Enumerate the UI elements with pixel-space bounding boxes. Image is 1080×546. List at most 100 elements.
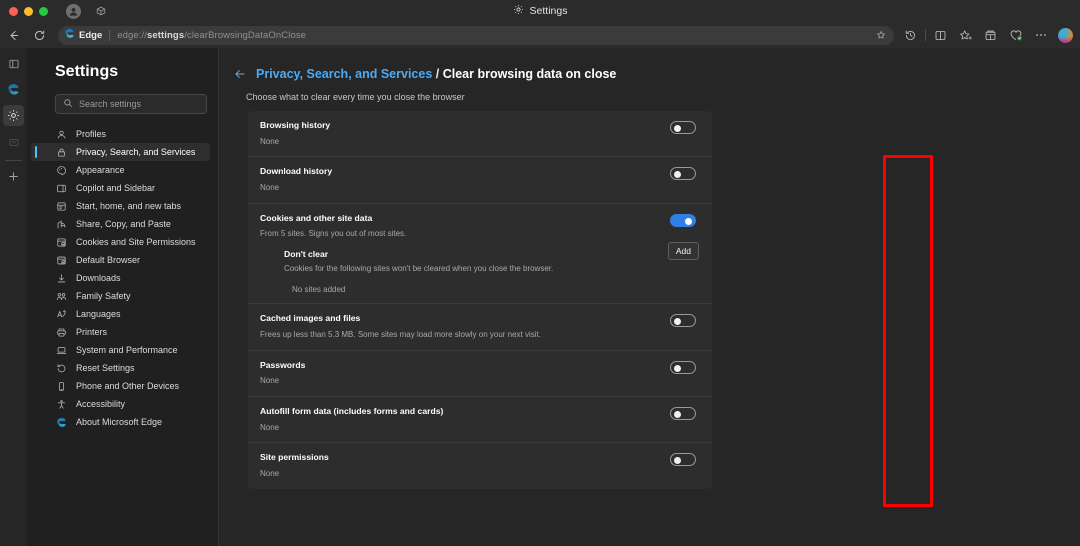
person-icon bbox=[55, 128, 67, 140]
add-site-button[interactable]: Add bbox=[667, 241, 699, 260]
sidebar-item-profiles[interactable]: Profiles bbox=[27, 125, 218, 143]
sidebar-item-languages[interactable]: Languages bbox=[27, 305, 218, 323]
sidebar-item-label: Privacy, Search, and Services bbox=[76, 147, 196, 157]
tab-group-icon[interactable] bbox=[95, 5, 107, 17]
sidebar-item-printers[interactable]: Printers bbox=[27, 323, 218, 341]
settings-more-icon[interactable] bbox=[1028, 23, 1053, 48]
sidebar-item-label: About Microsoft Edge bbox=[76, 417, 163, 427]
row-title: Autofill form data (includes forms and c… bbox=[260, 405, 444, 416]
home-icon bbox=[55, 200, 67, 212]
annotation-rectangle bbox=[883, 155, 933, 507]
printer-icon bbox=[55, 326, 67, 338]
add-favorite-icon[interactable] bbox=[953, 23, 978, 48]
row-toggle[interactable] bbox=[670, 121, 696, 134]
url-path: /clearBrowsingDataOnClose bbox=[184, 29, 307, 41]
reset-icon bbox=[55, 362, 67, 374]
tools-icon[interactable] bbox=[3, 131, 24, 152]
sidebar-item-copilot-and-sidebar[interactable]: Copilot and Sidebar bbox=[27, 179, 218, 197]
row-texts: Site permissions None bbox=[260, 452, 712, 479]
sidebar-item-about-microsoft-edge[interactable]: About Microsoft Edge bbox=[27, 413, 218, 431]
settings-nav-list: Profiles Privacy, Search, and Services App… bbox=[27, 125, 218, 431]
table-row: Site permissions None bbox=[248, 443, 712, 488]
sidebar-item-appearance[interactable]: Appearance bbox=[27, 161, 218, 179]
table-row: Autofill form data (includes forms and c… bbox=[248, 397, 712, 444]
sidebar-item-privacy-search-and-services[interactable]: Privacy, Search, and Services bbox=[31, 143, 210, 161]
row-description: None bbox=[260, 468, 280, 478]
activity-rail bbox=[0, 48, 27, 546]
gear-icon[interactable] bbox=[3, 105, 24, 126]
sidebar-item-label: Start, home, and new tabs bbox=[76, 201, 182, 211]
star-icon[interactable] bbox=[876, 30, 890, 40]
sidebar-item-downloads[interactable]: Downloads bbox=[27, 269, 218, 287]
laptop-icon bbox=[55, 344, 67, 356]
row-toggle[interactable] bbox=[670, 360, 696, 374]
sidebar-item-phone-and-other-devices[interactable]: Phone and Other Devices bbox=[27, 377, 218, 395]
toggle-knob bbox=[674, 457, 681, 465]
row-toggle[interactable] bbox=[670, 167, 696, 181]
back-button[interactable] bbox=[0, 22, 26, 48]
sidebar-item-default-browser[interactable]: Default Browser bbox=[27, 251, 218, 269]
url-host: settings bbox=[147, 29, 185, 41]
sidebar-item-label: Appearance bbox=[76, 165, 125, 175]
table-row: Cached images and files Frees up less tha… bbox=[248, 304, 712, 351]
table-row: Cookies and other site data From 5 sites.… bbox=[248, 204, 712, 305]
row-toggle[interactable] bbox=[670, 453, 696, 467]
profile-avatar[interactable] bbox=[66, 3, 81, 19]
breadcrumb-parent-link[interactable]: Privacy, Search, and Services bbox=[256, 67, 432, 81]
collections-icon[interactable] bbox=[978, 23, 1003, 48]
accessibility-icon bbox=[55, 398, 67, 410]
browser-essentials-icon[interactable] bbox=[1003, 23, 1028, 48]
sidebar-item-label: Downloads bbox=[76, 273, 121, 283]
minimize-window-button[interactable] bbox=[24, 6, 33, 16]
search-icon bbox=[63, 95, 73, 113]
row-toggle[interactable] bbox=[670, 406, 696, 420]
sidebar-item-cookies-and-site-permissions[interactable]: Cookies and Site Permissions bbox=[27, 233, 218, 251]
sidebar-item-label: Default Browser bbox=[76, 255, 141, 265]
row-toggle[interactable] bbox=[670, 314, 696, 328]
maximize-window-button[interactable] bbox=[39, 6, 48, 16]
sidebar-item-label: Phone and Other Devices bbox=[76, 381, 180, 391]
breadcrumb: Privacy, Search, and Services / Clear br… bbox=[234, 67, 1080, 81]
row-title: Browsing history bbox=[260, 120, 331, 130]
row-toggle[interactable] bbox=[670, 213, 696, 227]
sidebar-item-reset-settings[interactable]: Reset Settings bbox=[27, 359, 218, 377]
omnibox-url[interactable]: edge://settings/clearBrowsingDataOnClose bbox=[117, 30, 876, 41]
sidebar-item-accessibility[interactable]: Accessibility bbox=[27, 395, 218, 413]
edge-logo-icon[interactable] bbox=[3, 79, 24, 100]
refresh-button[interactable] bbox=[26, 22, 52, 48]
sidebar-item-start-home-and-new-tabs[interactable]: Start, home, and new tabs bbox=[27, 197, 218, 215]
sidebar-item-system-and-performance[interactable]: System and Performance bbox=[27, 341, 218, 359]
toggle-knob bbox=[674, 318, 681, 326]
split-screen-icon[interactable] bbox=[928, 23, 953, 48]
plus-icon[interactable] bbox=[3, 166, 24, 187]
row-texts: Autofill form data (includes forms and c… bbox=[260, 406, 712, 433]
breadcrumb-current: Clear browsing data on close bbox=[442, 67, 617, 81]
language-icon bbox=[55, 308, 67, 320]
row-title: Cookies and other site data bbox=[260, 212, 373, 223]
url-prefix: edge:// bbox=[117, 29, 147, 41]
address-bar[interactable]: Edge edge://settings/clearBrowsingDataOn… bbox=[58, 25, 894, 45]
omnibox-brand-label: Edge bbox=[79, 29, 103, 41]
back-arrow-icon[interactable] bbox=[234, 68, 246, 80]
family-icon bbox=[55, 290, 67, 302]
sidebar-item-share-copy-and-paste[interactable]: Share, Copy, and Paste bbox=[27, 215, 218, 233]
tab-settings[interactable]: Settings bbox=[513, 4, 567, 18]
toggle-knob bbox=[674, 171, 681, 179]
row-title: Cached images and files bbox=[260, 313, 361, 324]
rail-divider bbox=[5, 160, 22, 161]
row-description: Frees up less than 5.3 MB. Some sites ma… bbox=[260, 329, 542, 339]
row-description: None bbox=[260, 422, 280, 432]
close-window-button[interactable] bbox=[9, 6, 18, 16]
traffic-lights bbox=[9, 6, 48, 16]
search-settings-field[interactable]: Search settings bbox=[55, 94, 207, 114]
row-texts: Passwords None bbox=[260, 360, 712, 387]
sidebar-item-label: Profiles bbox=[76, 129, 107, 139]
sidebar-item-family-safety[interactable]: Family Safety bbox=[27, 287, 218, 305]
sidebar-icon bbox=[55, 182, 67, 194]
sidebar-toggle-icon[interactable] bbox=[3, 53, 24, 74]
table-row: Passwords None bbox=[248, 351, 712, 397]
copilot-icon[interactable] bbox=[1053, 23, 1078, 48]
history-icon[interactable] bbox=[898, 23, 923, 48]
dont-clear-empty-state: No sites added bbox=[292, 285, 346, 295]
omnibox-divider bbox=[109, 29, 111, 41]
